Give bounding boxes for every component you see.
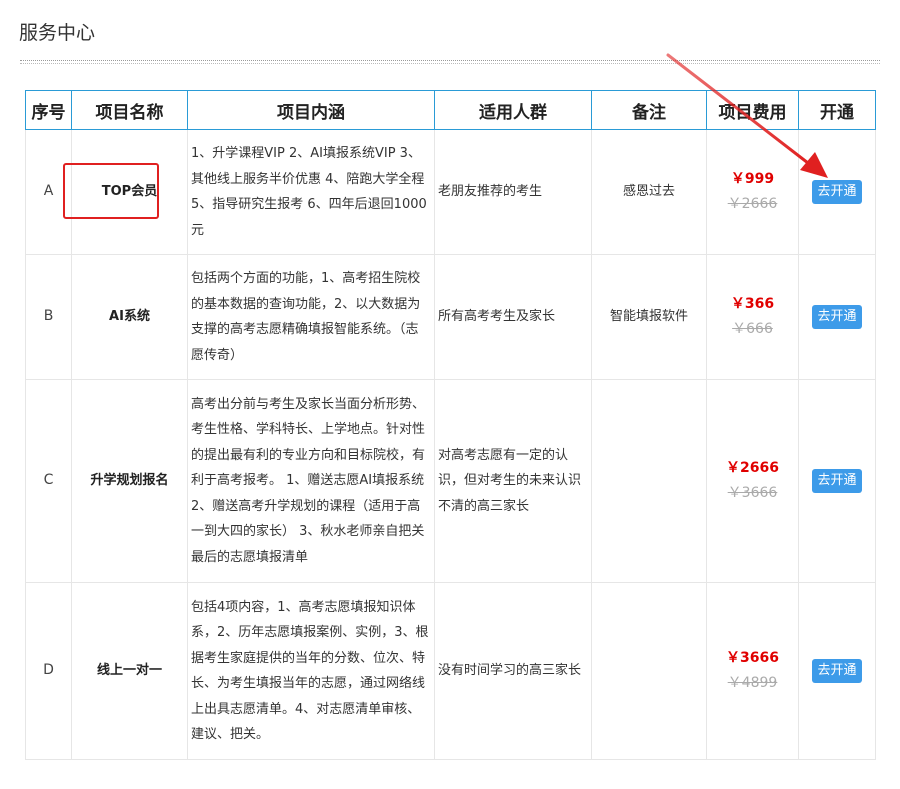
row-content: 包括两个方面的功能，1、高考招生院校的基本数据的查询功能，2、以大数据为支撑的高… (187, 254, 435, 380)
row-open: 去开通 (798, 254, 876, 380)
header-target: 适用人群 (434, 90, 592, 130)
row-content: 高考出分前与考生及家长当面分析形势、考生性格、学科特长、上学地点。针对性的提出最… (187, 379, 435, 583)
page-title: 服务中心 (19, 22, 96, 44)
row-price: ￥2666 ￥3666 (706, 379, 799, 583)
row-content: 1、升学课程VIP 2、AI填报系统VIP 3、其他线上服务半价优惠 4、陪跑大… (187, 129, 435, 255)
row-price: ￥366 ￥666 (706, 254, 799, 380)
header-price: 项目费用 (706, 90, 799, 130)
price-current: ￥999 (730, 170, 775, 187)
header-content: 项目内涵 (187, 90, 435, 130)
row-target: 所有高考考生及家长 (434, 254, 592, 380)
row-open: 去开通 (798, 129, 876, 255)
row-note: 感恩过去 (591, 129, 707, 255)
row-name: AI系统 (71, 254, 188, 380)
row-index: D (25, 582, 72, 760)
row-content: 包括4项内容，1、高考志愿填报知识体系，2、历年志愿填报案例、实例，3、根据考生… (187, 582, 435, 760)
open-button[interactable]: 去开通 (812, 469, 862, 494)
row-index: B (25, 254, 72, 380)
table-row: D 线上一对一 包括4项内容，1、高考志愿填报知识体系，2、历年志愿填报案例、实… (25, 582, 876, 760)
table-row: C 升学规划报名 高考出分前与考生及家长当面分析形势、考生性格、学科特长、上学地… (25, 379, 876, 583)
row-price: ￥999 ￥2666 (706, 129, 799, 255)
row-open: 去开通 (798, 582, 876, 760)
open-button[interactable]: 去开通 (812, 180, 862, 205)
price-original: ￥3666 (727, 485, 778, 501)
row-index: C (25, 379, 72, 583)
row-note (591, 379, 707, 583)
row-price: ￥3666 ￥4899 (706, 582, 799, 760)
price-current: ￥2666 (726, 459, 779, 476)
header-note: 备注 (591, 90, 707, 130)
open-button[interactable]: 去开通 (812, 659, 862, 684)
row-name: 升学规划报名 (71, 379, 188, 583)
price-current: ￥3666 (726, 649, 779, 666)
price-original: ￥666 (732, 321, 773, 337)
row-note (591, 582, 707, 760)
table-header-row: 序号 项目名称 项目内涵 适用人群 备注 项目费用 开通 (25, 90, 876, 130)
row-note: 智能填报软件 (591, 254, 707, 380)
row-target: 老朋友推荐的考生 (434, 129, 592, 255)
header-open: 开通 (798, 90, 876, 130)
highlight-box (63, 163, 159, 219)
title-divider (20, 60, 880, 61)
price-original: ￥2666 (727, 196, 778, 212)
row-name: 线上一对一 (71, 582, 188, 760)
title-divider-secondary (20, 63, 880, 64)
table-row: B AI系统 包括两个方面的功能，1、高考招生院校的基本数据的查询功能，2、以大… (25, 254, 876, 380)
price-original: ￥4899 (727, 675, 778, 691)
open-button[interactable]: 去开通 (812, 305, 862, 330)
row-target: 没有时间学习的高三家长 (434, 582, 592, 760)
header-name: 项目名称 (71, 90, 188, 130)
price-current: ￥366 (730, 295, 775, 312)
header-index: 序号 (25, 90, 72, 130)
row-target: 对高考志愿有一定的认识，但对考生的未来认识不清的高三家长 (434, 379, 592, 583)
row-open: 去开通 (798, 379, 876, 583)
